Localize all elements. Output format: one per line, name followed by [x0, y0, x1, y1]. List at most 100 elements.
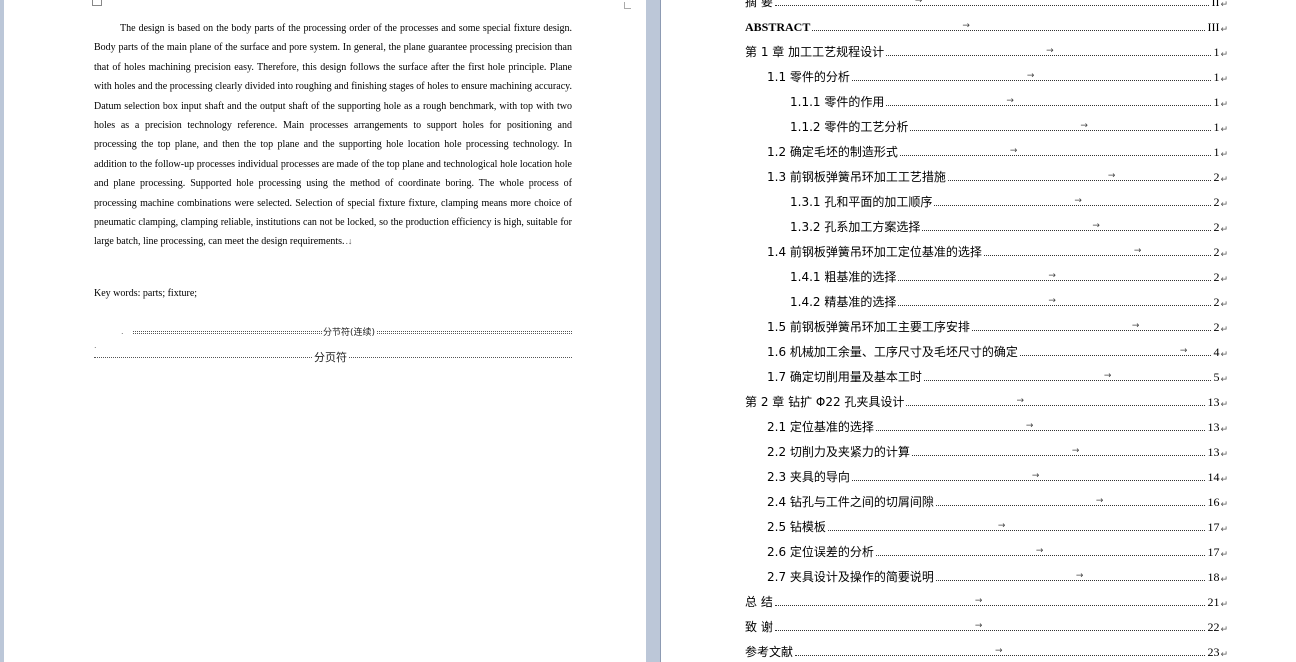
- margin-marker-icon: [92, 0, 102, 6]
- tab-arrow-icon: →: [1048, 271, 1056, 281]
- toc-entry-page: 1: [1213, 120, 1220, 134]
- tab-arrow-icon: →: [1095, 496, 1104, 506]
- paragraph-mark-icon: ↵: [1220, 400, 1228, 410]
- abstract-body[interactable]: The design is based on the body parts of…: [94, 19, 572, 252]
- toc-entry-label: 摘 要: [745, 0, 773, 9]
- toc-dot-leader: →: [1019, 347, 1212, 356]
- toc-dot-leader: →: [983, 247, 1212, 256]
- toc-entry[interactable]: 1.7 确定切削用量及基本工时 → 5 ↵: [767, 367, 1228, 385]
- toc-entry-page: II: [1211, 0, 1220, 9]
- toc-entry-page: 17: [1207, 545, 1220, 559]
- toc-entry[interactable]: 2.1 定位基准的选择 → 13 ↵: [767, 417, 1228, 435]
- toc-entry-page: 1: [1213, 145, 1220, 159]
- toc-entry-page: 2: [1213, 295, 1220, 309]
- toc-entry-page: 2: [1213, 270, 1220, 284]
- toc-dot-leader: →: [774, 0, 1210, 6]
- toc-entry[interactable]: 2.3 夹具的导向 → 14 ↵: [767, 467, 1228, 485]
- toc-entry-page: 16: [1207, 495, 1220, 509]
- toc-entry[interactable]: 2.4 钻孔与工件之间的切屑间隙 → 16 ↵: [767, 492, 1228, 510]
- toc-entry[interactable]: 1.1.2 零件的工艺分析 → 1 ↵: [790, 117, 1228, 135]
- toc-dot-leader: →: [774, 622, 1206, 631]
- toc-entry-page: 17: [1207, 520, 1220, 534]
- paragraph-mark-icon: ↵: [1220, 550, 1228, 560]
- toc-entry[interactable]: 致 谢 → 22 ↵: [745, 617, 1228, 635]
- toc-entry[interactable]: 第 1 章 加工工艺规程设计 → 1 ↵: [745, 42, 1228, 60]
- keywords-text: Key words: parts; fixture;: [94, 288, 198, 299]
- paragraph-mark-icon: ↵: [1220, 475, 1228, 485]
- toc-entry-label: 总 结: [745, 595, 773, 609]
- paragraph-mark-icon: ↵: [1220, 125, 1228, 135]
- abstract-paragraph[interactable]: The design is based on the body parts of…: [94, 19, 572, 252]
- toc-entry-label: 1.5 前钢板弹簧吊环加工主要工序安排: [767, 320, 970, 334]
- toc-entry-page: 23: [1207, 645, 1220, 659]
- toc-entry-page: 22: [1207, 620, 1220, 634]
- toc-entry[interactable]: 2.7 夹具设计及操作的简要说明 → 18 ↵: [767, 567, 1228, 585]
- toc-entry[interactable]: 1.3.2 孔系加工方案选择 → 2 ↵: [790, 217, 1228, 235]
- paragraph-mark-icon: ↵: [1220, 175, 1228, 185]
- toc-entry[interactable]: 摘 要 → II ↵: [745, 0, 1228, 10]
- tab-arrow-icon: →: [1016, 396, 1024, 406]
- paragraph-mark-icon: ↵: [1220, 650, 1228, 660]
- toc-entry-page: 2: [1213, 245, 1220, 259]
- toc-entry[interactable]: 1.4.2 精基准的选择 → 2 ↵: [790, 292, 1228, 310]
- toc-entry[interactable]: 1.4.1 粗基准的选择 → 2 ↵: [790, 267, 1228, 285]
- toc-entry[interactable]: 2.5 钻模板 → 17 ↵: [767, 517, 1228, 535]
- toc-entry[interactable]: 第 2 章 钻扩 Φ22 孔夹具设计 → 13 ↵: [745, 392, 1228, 410]
- toc-entry[interactable]: ABSTRACT → III ↵: [745, 17, 1228, 35]
- toc-entry[interactable]: 1.1.1 零件的作用 → 1 ↵: [790, 92, 1228, 110]
- paragraph-mark-icon: ↵: [1220, 300, 1228, 310]
- toc-entry-label: ABSTRACT: [745, 20, 811, 34]
- tab-arrow-icon: →: [1046, 46, 1054, 56]
- tab-arrow-icon: →: [1031, 471, 1040, 481]
- toc-entry-label: 1.4.1 粗基准的选择: [790, 270, 897, 284]
- keywords-line[interactable]: Key words: parts; fixture;: [94, 288, 197, 299]
- toc-entry-label: 2.5 钻模板: [767, 520, 826, 534]
- tab-arrow-icon: →: [1133, 246, 1142, 256]
- paragraph-mark-icon: ↵: [1220, 75, 1228, 85]
- paragraph-mark-icon: ↵: [1220, 200, 1228, 210]
- paragraph-mark-icon: .↓: [345, 236, 353, 247]
- toc-entry-page: 5: [1213, 370, 1220, 384]
- page-gap: [646, 0, 660, 662]
- toc-entry[interactable]: 2.2 切削力及夹紧力的计算 → 13 ↵: [767, 442, 1228, 460]
- toc-entry[interactable]: 1.3 前钢板弹簧吊环加工工艺措施 → 2 ↵: [767, 167, 1228, 185]
- toc-dot-leader: →: [886, 47, 1212, 56]
- toc-dot-leader: →: [795, 647, 1206, 656]
- toc-dot-leader: →: [774, 597, 1206, 606]
- tab-arrow-icon: →: [1092, 221, 1100, 231]
- toc-entry-label: 1.1 零件的分析: [767, 70, 850, 84]
- toc-entry-label: 2.6 定位误差的分析: [767, 545, 874, 559]
- tab-arrow-icon: →: [1080, 121, 1088, 131]
- toc-entry-label: 第 1 章 加工工艺规程设计: [745, 45, 885, 59]
- toc-entry-page: 14: [1207, 470, 1220, 484]
- toc-entry[interactable]: 1.5 前钢板弹簧吊环加工主要工序安排 → 2 ↵: [767, 317, 1228, 335]
- paragraph-mark-icon: ↵: [1220, 425, 1228, 435]
- toc-entry[interactable]: 1.6 机械加工余量、工序尺寸及毛坯尺寸的确定 → 4 ↵: [767, 342, 1228, 360]
- toc-entry[interactable]: 1.2 确定毛坯的制造形式 → 1 ↵: [767, 142, 1228, 160]
- toc-dot-leader: →: [899, 147, 1212, 156]
- toc-dot-leader: →: [886, 97, 1212, 106]
- tab-arrow-icon: →: [974, 596, 983, 606]
- paragraph-mark-icon: ↵: [1220, 25, 1228, 35]
- tab-arrow-icon: →: [1071, 446, 1080, 456]
- toc-entry-label: 2.2 切削力及夹紧力的计算: [767, 445, 910, 459]
- toc-dot-leader: →: [922, 222, 1212, 231]
- paragraph-mark-icon: ↵: [1220, 350, 1228, 360]
- toc-entry[interactable]: 1.1 零件的分析 → 1 ↵: [767, 67, 1228, 85]
- toc-entry[interactable]: 2.6 定位误差的分析 → 17 ↵: [767, 542, 1228, 560]
- toc-dot-leader: →: [971, 322, 1212, 331]
- toc-entry[interactable]: 1.3.1 孔和平面的加工顺序 → 2 ↵: [790, 192, 1228, 210]
- toc-entry[interactable]: 1.4 前钢板弹簧吊环加工定位基准的选择 → 2 ↵: [767, 242, 1228, 260]
- toc-entry-page: 1: [1213, 95, 1220, 109]
- paragraph-mark-icon: ↵: [1220, 375, 1228, 385]
- toc-entry[interactable]: 总 结 → 21 ↵: [745, 592, 1228, 610]
- toc-entry[interactable]: 参考文献 → 23 ↵: [745, 642, 1228, 660]
- toc-dot-leader: →: [911, 447, 1206, 456]
- paragraph-mark-icon: ↵: [1220, 625, 1228, 635]
- toc-entry-label: 1.1.2 零件的工艺分析: [790, 120, 909, 134]
- tab-arrow-icon: →: [914, 0, 923, 6]
- toc-entry-page: 13: [1207, 420, 1220, 434]
- toc-entry-page: 2: [1213, 170, 1220, 184]
- toc-entry-label: 2.1 定位基准的选择: [767, 420, 874, 434]
- toc-entry-label: 1.3.1 孔和平面的加工顺序: [790, 195, 933, 209]
